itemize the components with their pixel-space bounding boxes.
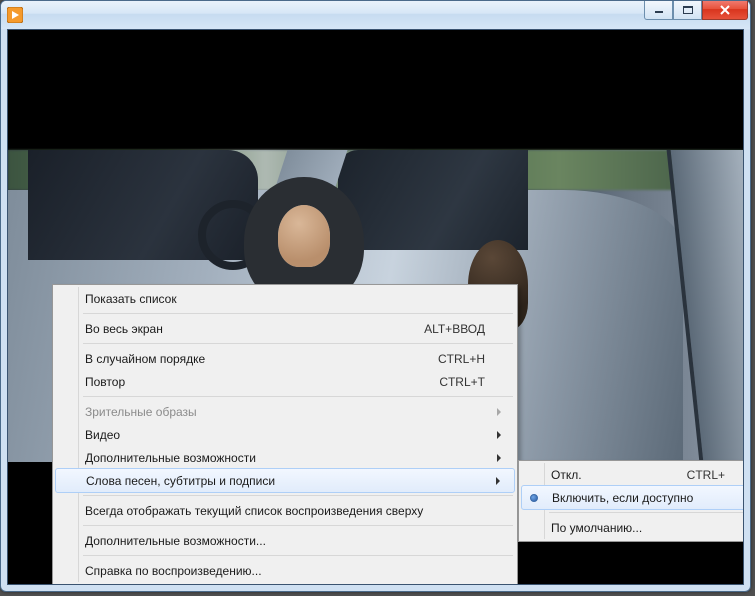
submenu-on-if-available[interactable]: Включить, если доступно [521,485,744,510]
menu-separator [83,555,513,556]
menu-item-shortcut: CTRL+H [438,352,485,366]
menu-item-label: Справка по воспроизведению... [85,564,485,578]
menu-item-label: Дополнительные возможности... [85,534,485,548]
context-submenu-lyrics: Откл. CTRL+ Включить, если доступно По у… [518,460,744,542]
titlebar[interactable] [1,1,750,29]
menu-always-on-top[interactable]: Всегда отображать текущий список воспрои… [55,499,515,522]
minimize-button[interactable] [644,1,673,20]
menu-separator [83,343,513,344]
close-button[interactable] [702,1,748,20]
submenu-defaults[interactable]: По умолчанию... [521,516,744,539]
menu-visualizations: Зрительные образы [55,400,515,423]
menu-item-shortcut: CTRL+ [687,468,725,482]
menu-enhancements[interactable]: Дополнительные возможности [55,446,515,469]
menu-item-label: Слова песен, субтитры и подписи [86,474,484,488]
menu-video[interactable]: Видео [55,423,515,446]
menu-separator [83,525,513,526]
media-player-icon [7,7,23,23]
maximize-button[interactable] [673,1,702,20]
menu-item-label: По умолчанию... [551,521,725,535]
radio-selected-icon [530,494,538,502]
menu-item-label: Видео [85,428,485,442]
submenu-off[interactable]: Откл. CTRL+ [521,463,744,486]
menu-lyrics-captions[interactable]: Слова песен, субтитры и подписи [55,468,515,493]
menu-item-label: Включить, если доступно [552,491,724,505]
menu-item-label: Дополнительные возможности [85,451,485,465]
context-menu: Показать список Во весь экран ALT+ВВОД В… [52,284,518,585]
menu-item-label: Показать список [85,292,485,306]
menu-item-label: Зрительные образы [85,405,485,419]
menu-show-list[interactable]: Показать список [55,287,515,310]
menu-item-label: В случайном порядке [85,352,418,366]
menu-item-label: Всегда отображать текущий список воспрои… [85,504,485,518]
menu-separator [83,495,513,496]
menu-repeat[interactable]: Повтор CTRL+T [55,370,515,393]
menu-item-label: Во весь экран [85,322,404,336]
menu-item-label: Откл. [551,468,667,482]
menu-shuffle[interactable]: В случайном порядке CTRL+H [55,347,515,370]
menu-item-label: Повтор [85,375,419,389]
window-controls [644,1,748,20]
menu-playback-help[interactable]: Справка по воспроизведению... [55,559,515,582]
menu-separator [83,396,513,397]
menu-fullscreen[interactable]: Во весь экран ALT+ВВОД [55,317,515,340]
menu-separator [549,512,744,513]
menu-separator [83,313,513,314]
app-window: Показать список Во весь экран ALT+ВВОД В… [0,0,751,592]
menu-item-shortcut: ALT+ВВОД [424,322,485,336]
video-area[interactable]: Показать список Во весь экран ALT+ВВОД В… [7,29,744,585]
menu-item-shortcut: CTRL+T [439,375,485,389]
menu-more-options[interactable]: Дополнительные возможности... [55,529,515,552]
